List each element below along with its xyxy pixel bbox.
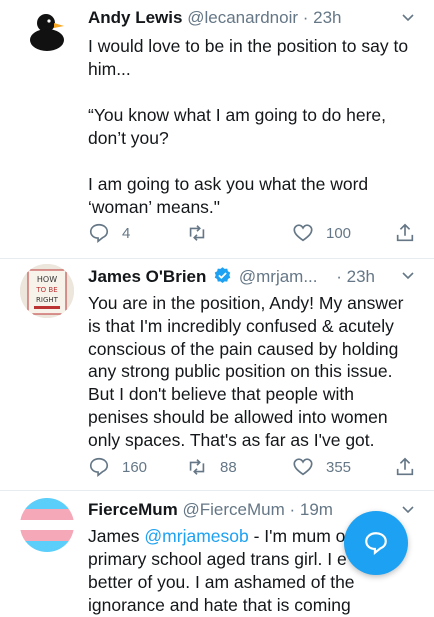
tweet-text: I would love to be in the position to sa… xyxy=(88,36,409,217)
retweet-button[interactable] xyxy=(186,220,220,246)
reply-icon xyxy=(89,223,109,243)
reply-button[interactable]: 4 xyxy=(88,220,130,246)
svg-text:HOW: HOW xyxy=(37,275,57,284)
display-name[interactable]: Andy Lewis xyxy=(88,8,182,27)
tweet-header: Andy Lewis @lecanardnoir · 23h xyxy=(88,8,434,34)
tweet-text-prefix: James xyxy=(88,526,145,546)
svg-text:RIGHT: RIGHT xyxy=(36,296,59,304)
share-icon xyxy=(396,223,414,242)
timestamp[interactable]: · 23h xyxy=(336,267,375,286)
like-count: 355 xyxy=(326,458,352,476)
user-handle[interactable]: @FierceMum xyxy=(182,500,284,519)
tweet-text: You are in the position, Andy! My answer… xyxy=(88,293,409,450)
display-name[interactable]: FierceMum xyxy=(88,500,178,519)
retweet-button[interactable]: 88 xyxy=(186,454,237,480)
tweet[interactable]: Andy Lewis @lecanardnoir · 23h I would l… xyxy=(0,0,434,259)
avatar[interactable] xyxy=(20,6,74,60)
like-button[interactable]: 355 xyxy=(292,454,351,480)
timestamp[interactable]: · 23h xyxy=(303,8,342,27)
user-handle[interactable]: @lecanardnoir xyxy=(187,8,298,27)
retweet-icon xyxy=(189,225,205,241)
chevron-down-icon[interactable] xyxy=(400,502,416,518)
display-name[interactable]: James O'Brien xyxy=(88,267,206,286)
svg-text:TO BE: TO BE xyxy=(35,286,57,294)
tweet-header: James O'Brien @mrjam... · 23h xyxy=(88,266,434,292)
reply-icon xyxy=(89,457,109,477)
heart-icon xyxy=(293,224,313,242)
chevron-down-icon[interactable] xyxy=(400,10,416,26)
timestamp[interactable]: · 19m xyxy=(289,500,332,519)
chevron-down-icon[interactable] xyxy=(400,268,416,284)
tweet[interactable]: HOW TO BE RIGHT James O'Brien @mrjam... … xyxy=(0,258,434,491)
avatar[interactable] xyxy=(20,498,74,552)
reply-button[interactable]: 160 xyxy=(88,454,147,480)
how-to-be-right-book-icon: HOW TO BE RIGHT xyxy=(20,264,74,318)
share-button[interactable] xyxy=(394,454,416,480)
compose-reply-button[interactable] xyxy=(344,511,408,575)
verified-badge-icon xyxy=(214,267,231,284)
like-button[interactable]: 100 xyxy=(292,220,351,246)
trans-flag-icon xyxy=(20,498,74,552)
avatar[interactable]: HOW TO BE RIGHT xyxy=(20,264,74,318)
like-count: 100 xyxy=(326,224,352,242)
tweet-actions: 4 100 xyxy=(88,220,418,246)
tweet-actions: 160 88 355 xyxy=(88,454,418,480)
user-handle[interactable]: @mrjam... xyxy=(239,267,318,286)
retweet-icon xyxy=(189,459,205,475)
reply-count: 160 xyxy=(122,458,148,476)
reply-count: 4 xyxy=(122,224,131,242)
chat-bubble-icon xyxy=(365,532,387,556)
heart-icon xyxy=(293,458,313,476)
share-button[interactable] xyxy=(394,220,416,246)
share-icon xyxy=(396,457,414,476)
retweet-count: 88 xyxy=(220,458,237,476)
mention-link[interactable]: @mrjamesob xyxy=(144,526,248,546)
rubber-duck-icon xyxy=(20,6,74,60)
